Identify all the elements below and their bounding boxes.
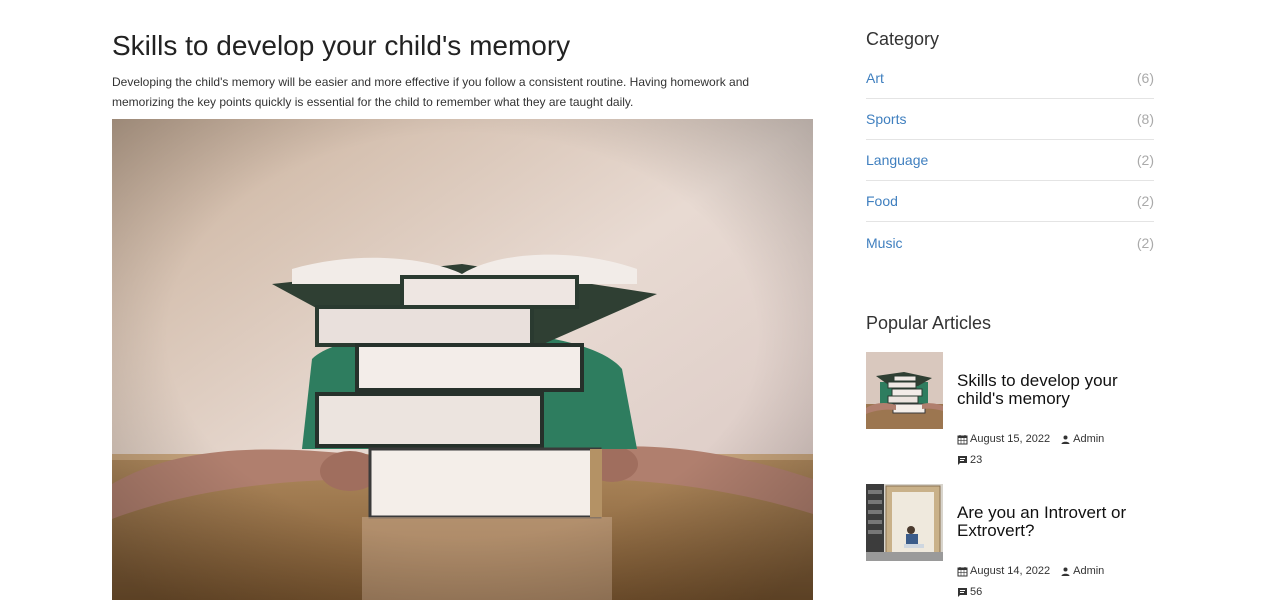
popular-article-comments: 23 bbox=[957, 454, 982, 466]
popular-article-comments: 56 bbox=[957, 586, 982, 598]
category-count: (2) bbox=[1136, 234, 1154, 251]
category-item-music[interactable]: Music (2) bbox=[866, 222, 1154, 263]
category-count: (2) bbox=[1136, 152, 1154, 168]
popular-article-thumbnail[interactable] bbox=[866, 484, 943, 561]
article-hero-image bbox=[112, 119, 813, 600]
popular-articles-heading: Popular Articles bbox=[866, 313, 992, 333]
category-item-art[interactable]: Art (6) bbox=[866, 58, 1154, 99]
calendar-icon bbox=[957, 566, 968, 576]
popular-article-meta: August 14, 2022 Admin bbox=[957, 565, 1104, 577]
category-item-language[interactable]: Language (2) bbox=[866, 140, 1154, 181]
popular-article-author: Admin bbox=[1073, 565, 1105, 577]
category-name[interactable]: Sports bbox=[866, 111, 906, 127]
popular-article-date: August 14, 2022 bbox=[970, 565, 1051, 577]
category-count: (8) bbox=[1136, 111, 1154, 127]
article-intro: Developing the child's memory will be ea… bbox=[112, 75, 750, 109]
calendar-icon bbox=[957, 434, 968, 444]
category-heading: Category bbox=[866, 29, 940, 49]
category-item-food[interactable]: Food (2) bbox=[866, 181, 1154, 222]
popular-article-comment-count: 23 bbox=[970, 454, 983, 466]
user-icon bbox=[1061, 435, 1070, 444]
category-item-sports[interactable]: Sports (8) bbox=[866, 99, 1154, 140]
category-name[interactable]: Language bbox=[866, 152, 928, 168]
article-title: Skills to develop your child's memory bbox=[112, 30, 571, 61]
category-name[interactable]: Art bbox=[866, 70, 884, 86]
popular-article-author: Admin bbox=[1073, 433, 1105, 445]
category-count: (2) bbox=[1136, 193, 1154, 209]
user-icon bbox=[1061, 567, 1070, 576]
category-name[interactable]: Music bbox=[866, 235, 903, 251]
popular-article-meta: August 15, 2022 Admin bbox=[957, 433, 1104, 445]
popular-article-thumbnail[interactable] bbox=[866, 352, 943, 429]
popular-article-title[interactable]: Are you an Introvert or Extrovert? bbox=[957, 504, 1154, 540]
category-count: (6) bbox=[1136, 70, 1154, 86]
comment-icon bbox=[958, 587, 967, 597]
popular-article-date: August 15, 2022 bbox=[970, 433, 1051, 445]
popular-article-title[interactable]: Skills to develop your child's memory bbox=[957, 372, 1154, 408]
category-list: Art (6) Sports (8) Language (2) Food (2)… bbox=[866, 58, 1154, 263]
comment-icon bbox=[958, 455, 967, 465]
category-name[interactable]: Food bbox=[866, 193, 898, 209]
popular-article-comment-count: 56 bbox=[970, 586, 983, 598]
